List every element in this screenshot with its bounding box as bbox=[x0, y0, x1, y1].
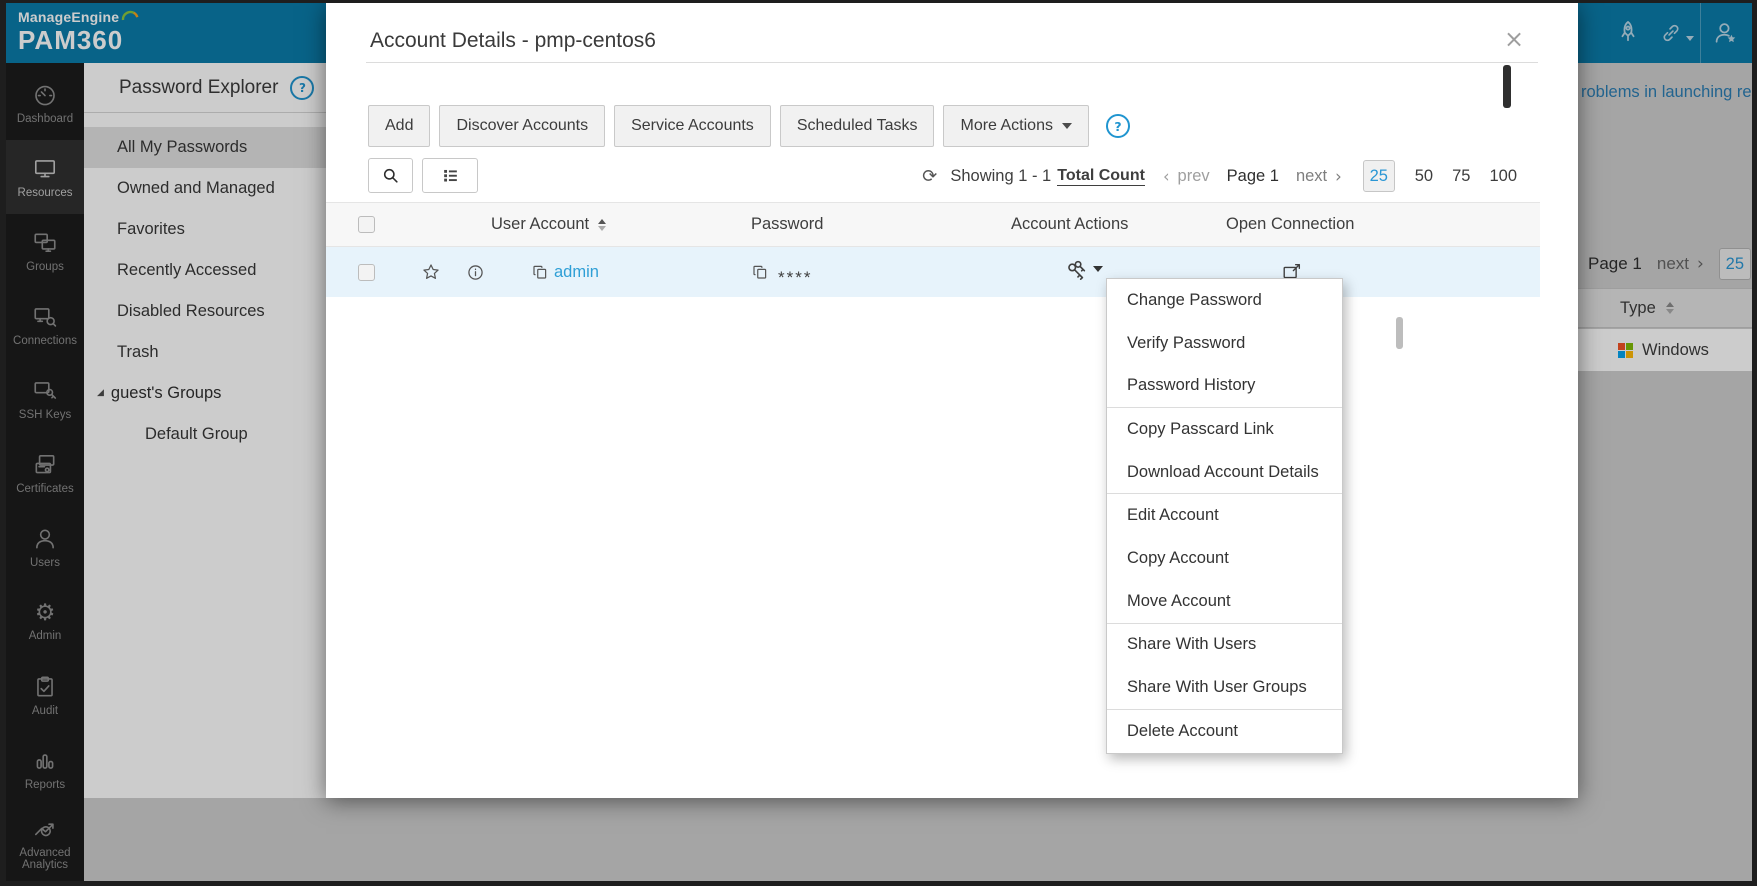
menu-group: Delete Account bbox=[1107, 710, 1342, 753]
menu-item-edit-account[interactable]: Edit Account bbox=[1107, 494, 1342, 537]
account-actions-menu: Change Password Verify Password Password… bbox=[1106, 278, 1343, 754]
info-icon bbox=[468, 264, 483, 280]
next-button[interactable]: next › bbox=[1296, 167, 1342, 186]
star-icon bbox=[423, 264, 439, 279]
menu-item-copy-account[interactable]: Copy Account bbox=[1107, 537, 1342, 580]
search-icon bbox=[383, 168, 398, 183]
menu-item-download-account-details[interactable]: Download Account Details bbox=[1107, 451, 1342, 494]
account-table-row: admin **** bbox=[326, 247, 1540, 297]
header-account-actions: Account Actions bbox=[1011, 215, 1129, 233]
menu-item-share-with-users[interactable]: Share With Users bbox=[1107, 624, 1342, 667]
showing-count: Showing 1 - 1 bbox=[950, 166, 1052, 185]
menu-item-password-history[interactable]: Password History bbox=[1107, 364, 1342, 407]
total-count-link[interactable]: Total Count bbox=[1057, 167, 1145, 186]
menu-group: Copy Passcard Link Download Account Deta… bbox=[1107, 408, 1342, 495]
menu-item-verify-password[interactable]: Verify Password bbox=[1107, 322, 1342, 365]
password-mask: **** bbox=[778, 268, 813, 287]
chevron-down-icon bbox=[1061, 123, 1072, 129]
header-open-connection: Open Connection bbox=[1226, 215, 1355, 233]
scheduled-tasks-button[interactable]: Scheduled Tasks bbox=[779, 105, 935, 147]
favorite-star-button[interactable] bbox=[421, 247, 441, 297]
copy-icon bbox=[753, 265, 767, 279]
accounts-table-header: User Account Password Account Actions Op… bbox=[326, 202, 1540, 247]
menu-item-move-account[interactable]: Move Account bbox=[1107, 580, 1342, 623]
menu-group: Share With Users Share With User Groups bbox=[1107, 624, 1342, 710]
header-password: Password bbox=[751, 215, 824, 233]
modal-scrollbar-thumb[interactable] bbox=[1503, 65, 1511, 108]
header-user-account[interactable]: User Account bbox=[491, 203, 607, 246]
page-label: Page 1 bbox=[1226, 166, 1279, 185]
menu-group: Change Password Verify Password Password… bbox=[1107, 279, 1342, 409]
modal-title: Account Details - pmp-centos6 bbox=[370, 29, 656, 52]
prev-button[interactable]: ‹ prev bbox=[1163, 167, 1210, 186]
account-info-button[interactable] bbox=[466, 247, 485, 297]
copy-account-button[interactable] bbox=[531, 247, 549, 297]
modal-help-button[interactable]: ? bbox=[1105, 114, 1130, 138]
select-all-cell bbox=[358, 203, 375, 246]
row-checkbox[interactable] bbox=[358, 263, 375, 281]
discover-accounts-button[interactable]: Discover Accounts bbox=[439, 105, 606, 147]
page-size-100[interactable]: 100 bbox=[1489, 167, 1517, 186]
modal-toolbar: Add Discover Accounts Service Accounts S… bbox=[368, 105, 1130, 147]
more-actions-button[interactable]: More Actions bbox=[943, 105, 1089, 147]
sort-icon bbox=[598, 218, 607, 231]
close-icon[interactable]: × bbox=[1504, 27, 1524, 51]
menu-item-change-password[interactable]: Change Password bbox=[1107, 279, 1342, 322]
page-size-75[interactable]: 75 bbox=[1452, 167, 1470, 186]
service-accounts-button[interactable]: Service Accounts bbox=[614, 105, 771, 147]
keys-icon bbox=[1068, 260, 1086, 280]
menu-item-delete-account[interactable]: Delete Account bbox=[1107, 710, 1342, 753]
list-view-button[interactable] bbox=[422, 158, 478, 193]
copy-icon bbox=[533, 265, 547, 279]
page-size-50[interactable]: 50 bbox=[1415, 167, 1433, 186]
account-actions-button[interactable] bbox=[1064, 247, 1103, 297]
menu-group: Edit Account Copy Account Move Account bbox=[1107, 494, 1342, 624]
pagination-controls: ⟳ Showing 1 - 1 Total Count ‹ prev Page … bbox=[922, 158, 1517, 194]
modal-header-divider bbox=[366, 62, 1538, 63]
content-scrollbar-thumb[interactable] bbox=[1396, 317, 1403, 349]
add-button[interactable]: Add bbox=[368, 105, 431, 147]
refresh-icon[interactable]: ⟳ bbox=[922, 166, 937, 187]
menu-item-copy-passcard-link[interactable]: Copy Passcard Link bbox=[1107, 408, 1342, 451]
copy-password-button[interactable] bbox=[751, 247, 769, 297]
search-button[interactable] bbox=[368, 158, 413, 193]
chevron-right-icon: › bbox=[1335, 166, 1342, 186]
chevron-down-icon bbox=[1093, 266, 1103, 272]
app-window: ManageEngine PAM360 Dashboard Resources … bbox=[0, 0, 1757, 886]
chevron-left-icon: ‹ bbox=[1162, 166, 1170, 186]
select-all-checkbox[interactable] bbox=[358, 216, 375, 233]
account-link[interactable]: admin bbox=[554, 247, 599, 297]
list-view-icon bbox=[443, 169, 457, 182]
menu-item-share-with-user-groups[interactable]: Share With User Groups bbox=[1107, 666, 1342, 709]
page-size-25[interactable]: 25 bbox=[1362, 160, 1395, 192]
modal-header: Account Details - pmp-centos6 × bbox=[326, 3, 1578, 62]
account-details-modal: Account Details - pmp-centos6 × Add Disc… bbox=[326, 3, 1578, 798]
